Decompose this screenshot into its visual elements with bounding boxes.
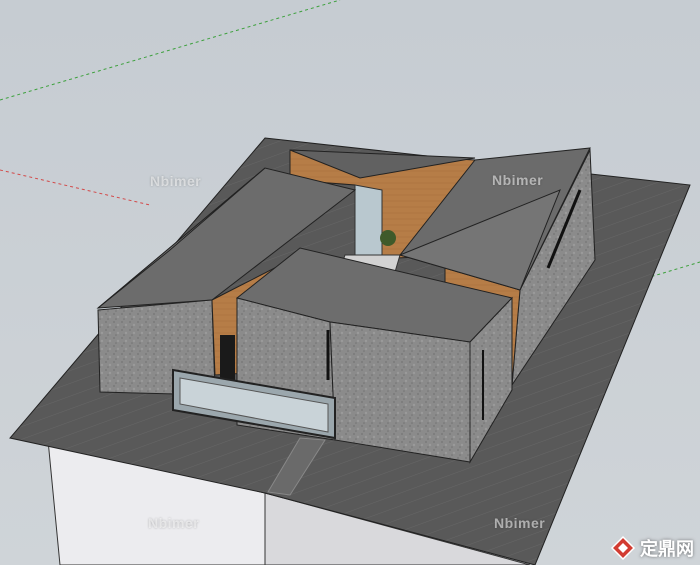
watermark-bottom-left: Nbimer (148, 515, 200, 531)
courtyard-glass-left (354, 184, 383, 263)
front-block-main-wall (329, 321, 471, 463)
logo-text: 定鼎网 (640, 539, 694, 560)
building-model-scene[interactable] (0, 0, 700, 565)
watermark-top-left: Nbimer (150, 173, 202, 189)
left-wing-doorway (220, 335, 235, 380)
watermark-top-right: Nbimer (492, 172, 544, 188)
axis-red-line (0, 169, 151, 206)
site-logo: 定鼎网 (610, 535, 694, 561)
diamond-logo-icon (610, 535, 636, 561)
model-viewport[interactable]: Nbimer Nbimer Nbimer Nbimer 定鼎网 (0, 0, 700, 565)
courtyard-tree (380, 230, 396, 246)
watermark-bottom-right: Nbimer (494, 515, 546, 531)
axis-green-line (0, 0, 341, 101)
